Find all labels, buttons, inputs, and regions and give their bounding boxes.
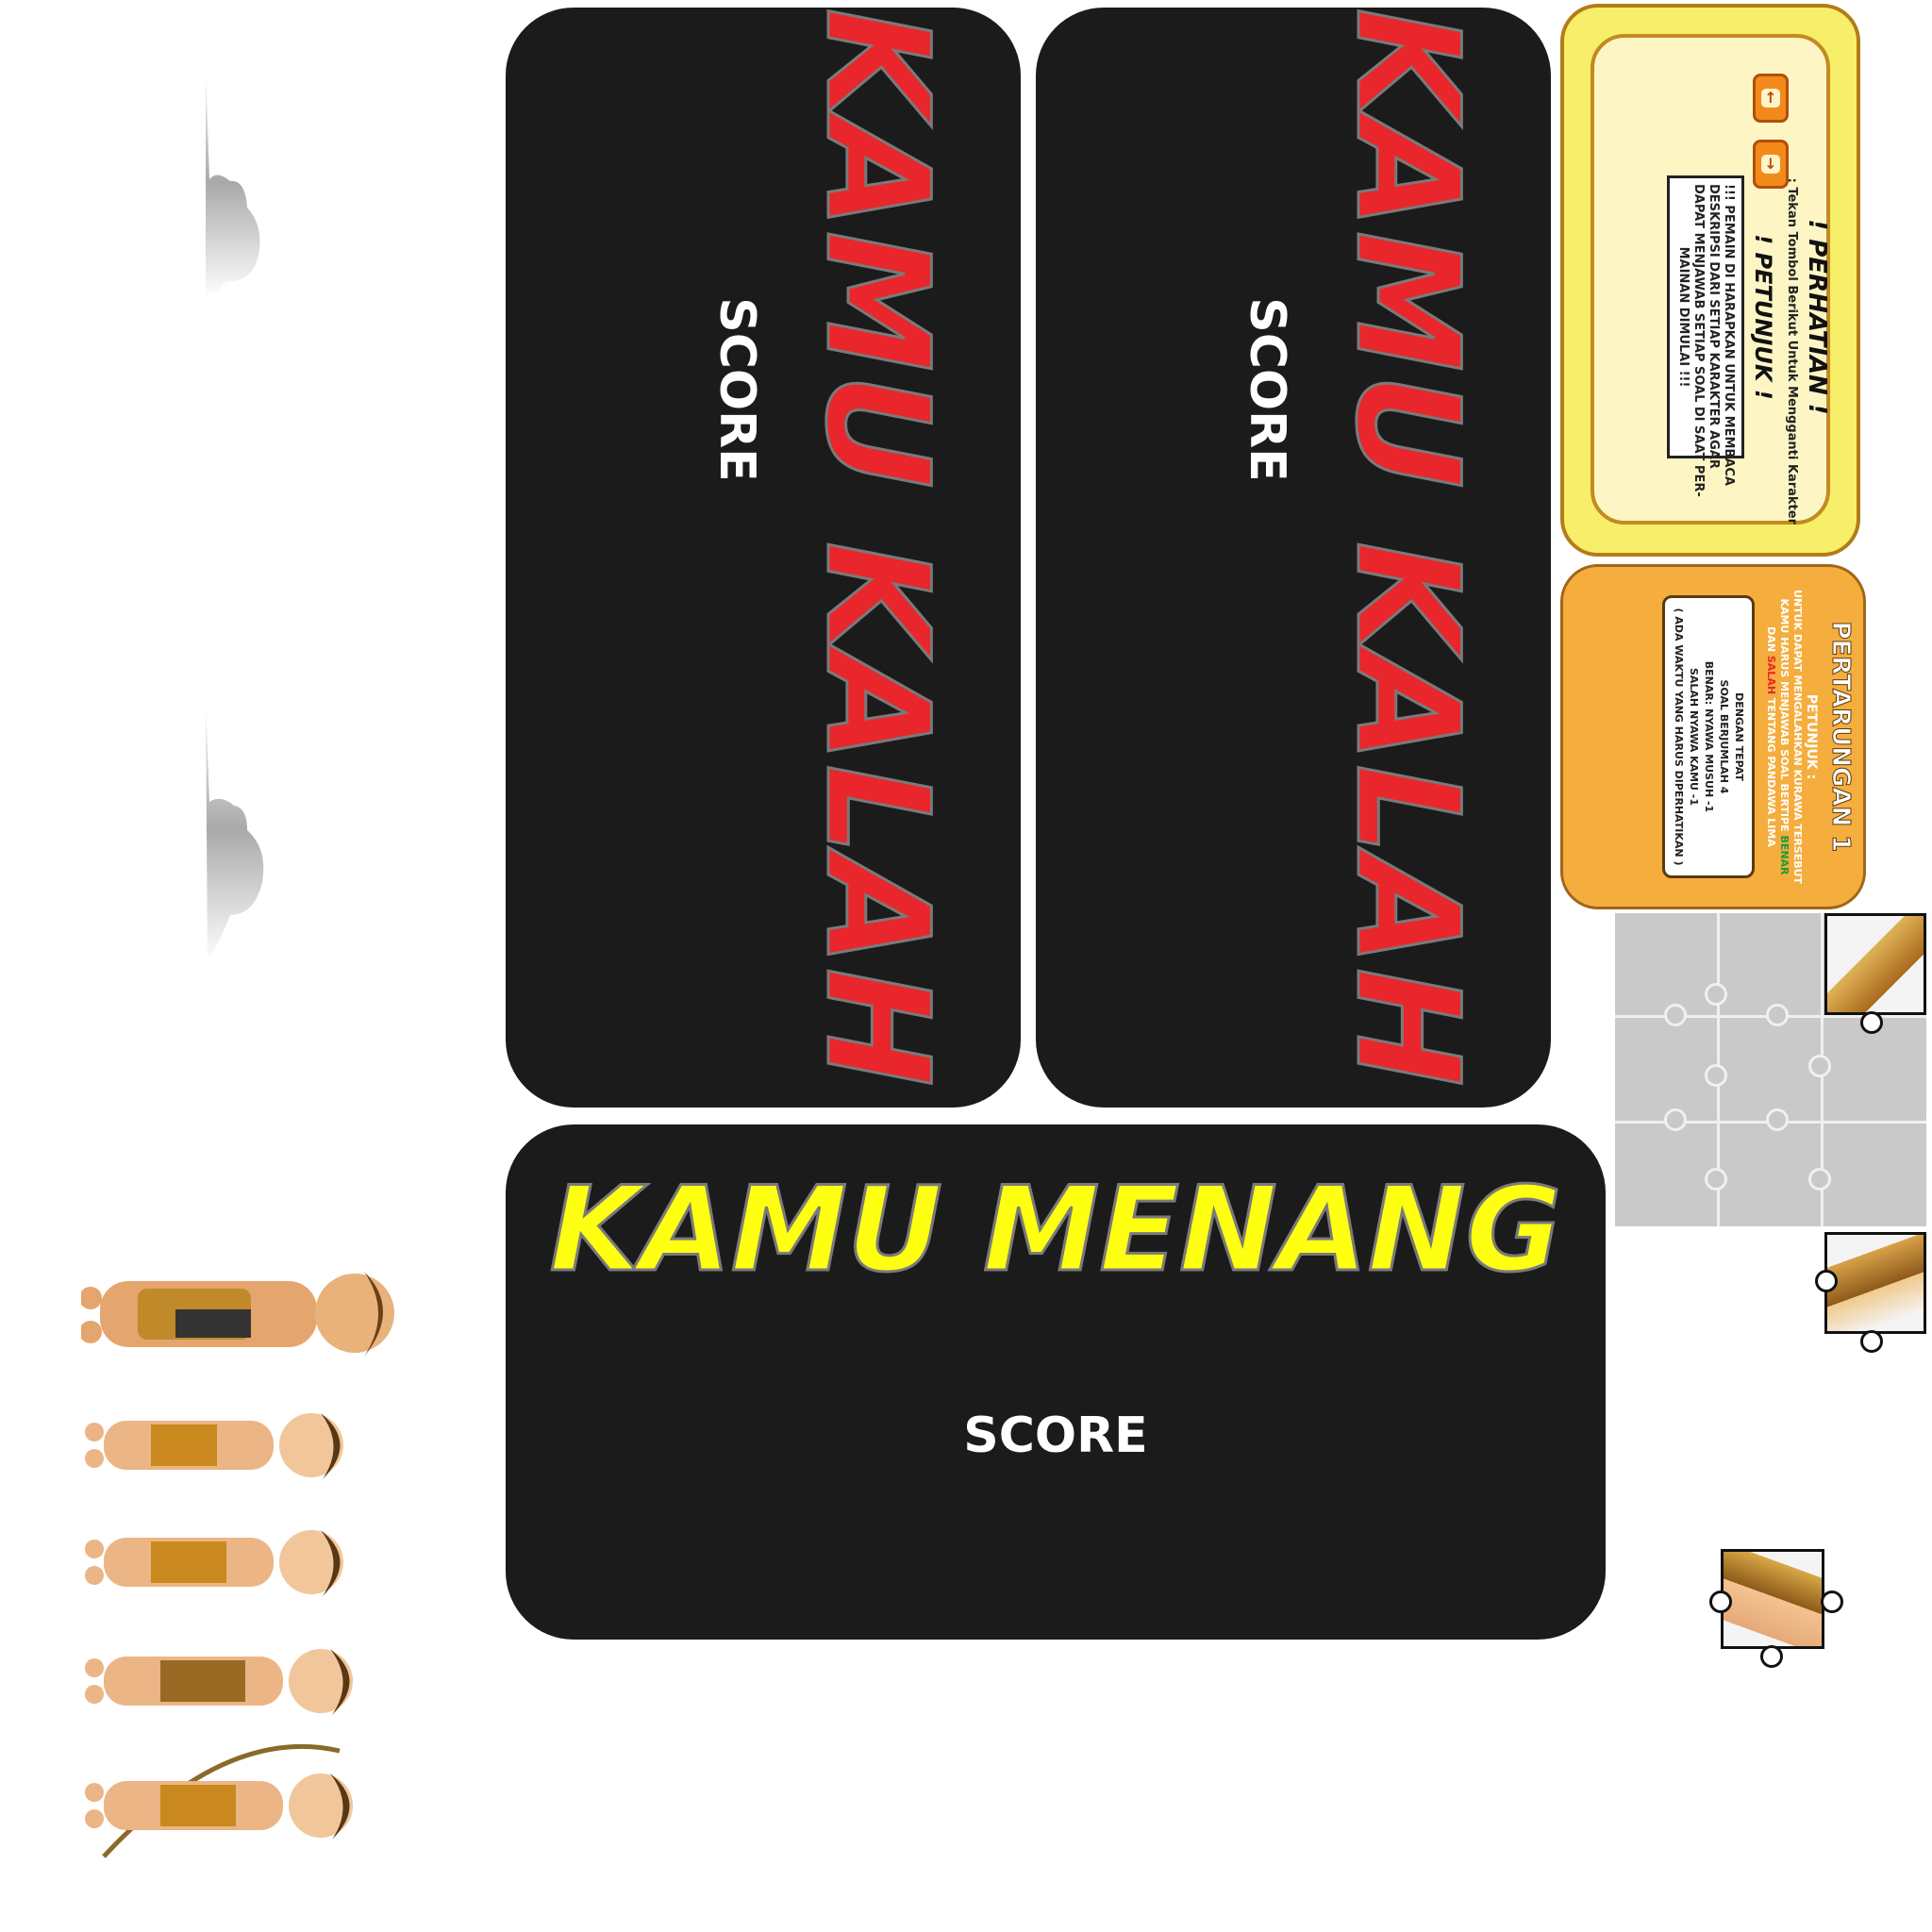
puzzle-knob [1815,1270,1838,1292]
battle-line-3: DAN SALAH TENTANG PANDAWA LIMA [1764,576,1777,897]
puzzle-knob [1821,1591,1843,1613]
guide-heading: ! PETUNJUK ! [1750,234,1776,400]
score-label: SCORE [708,297,765,482]
rule-line: ( ADA WAKTU YANG HARUS DIPERHATIKAN ) [1673,608,1685,866]
arrow-up-icon: ↑ [1761,89,1780,108]
battle-panel: PERTARUNGAN 1 PETUNJUK : UNTUK DAPAT MEN… [1560,564,1866,909]
character-sprite-icon[interactable] [85,1743,368,1875]
guide-line: DESKRIPSI DARI SETIAP KARAKTER AGAR [1707,184,1721,469]
lose-card: KAMU KALAH SCORE [506,7,1021,1108]
battle-guide-text: UNTUK DAPAT MENGALAHKAN KURAWA TERSEBUT … [1764,576,1804,897]
notice-panel-inner: ↑ ↓ ! PERHATIAN ! : Tekan Tombol Berikut… [1591,34,1831,525]
puzzle-board [1615,913,1926,1226]
puzzle-piece-icon[interactable] [1721,1549,1824,1649]
score-label: SCORE [963,1407,1148,1464]
battle-line-2: KAMU HARUS MENJAWAB SOAL BERTIPE BENAR [1777,576,1790,897]
win-title: KAMU MENANG [548,1161,1563,1300]
battle-line: UNTUK DAPAT MENGALAHKAN KURAWA TERSEBUT [1791,589,1804,885]
puzzle-piece-icon[interactable] [1824,913,1926,1015]
notice-panel: ↑ ↓ ! PERHATIAN ! : Tekan Tombol Berikut… [1560,4,1860,557]
rule-line: SALAH NYAWA KAMU -1 [1688,667,1700,807]
guide-line: DAPAT MENJAWAB SETIAP SOAL DI SAAT PER- [1691,184,1706,497]
character-sprite-icon[interactable] [85,1396,358,1491]
battle-text-block: PERTARUNGAN 1 PETUNJUK : UNTUK DAPAT MEN… [1572,576,1856,897]
guide-box: !!! PEMAIN DI HARAPKAN UNTUK MEMBACA DES… [1667,175,1744,497]
puzzle-knob [1860,1330,1883,1353]
cloud-icon [206,66,260,298]
rule-line: DENGAN TEPAT [1733,692,1745,781]
puzzle-knob [1760,1645,1783,1668]
win-card: KAMU MENANG SCORE [506,1124,1606,1640]
salah-word: SALAH [1765,655,1777,695]
notice-heading: ! PERHATIAN ! [1803,219,1831,415]
puzzle-knob [1709,1591,1732,1613]
battle-line: TENTANG PANDAWA LIMA [1765,697,1777,847]
key-hint: : Tekan Tombol Berikut Untuk Mengganti K… [1785,177,1799,525]
character-sprite-icon[interactable] [85,1509,358,1613]
benar-word: BENAR [1778,835,1790,875]
lose-card: KAMU KALAH SCORE [1036,7,1551,1108]
cloud-icon [206,696,264,962]
lose-title: KAMU KALAH [1324,7,1491,1090]
rules-box: DENGAN TEPAT SOAL BERJUMLAH 4 BENAR: NYA… [1662,595,1755,878]
notice-text-block: ! PERHATIAN ! : Tekan Tombol Berikut Unt… [1605,109,1831,525]
battle-line: KAMU HARUS MENJAWAB SOAL BERTIPE [1778,598,1790,832]
character-sprite-icon[interactable] [85,1628,368,1732]
character-sprite-icon[interactable] [81,1253,411,1375]
guide-line: !!! PEMAIN DI HARAPKAN UNTUK MEMBACA [1722,184,1736,486]
rule-line: SOAL BERJUMLAH 4 [1718,679,1730,794]
battle-line: DAN [1765,626,1777,653]
puzzle-piece-icon[interactable] [1824,1232,1926,1334]
score-label: SCORE [1239,297,1295,482]
battle-title: PERTARUNGAN 1 [1826,621,1856,853]
guide-line: MAINAN DIMULAI !!! [1676,246,1690,388]
battle-guide-heading: PETUNJUK : [1804,693,1819,780]
lose-title: KAMU KALAH [793,7,960,1090]
rule-line: BENAR: NYAWA MUSUH -1 [1703,660,1715,813]
